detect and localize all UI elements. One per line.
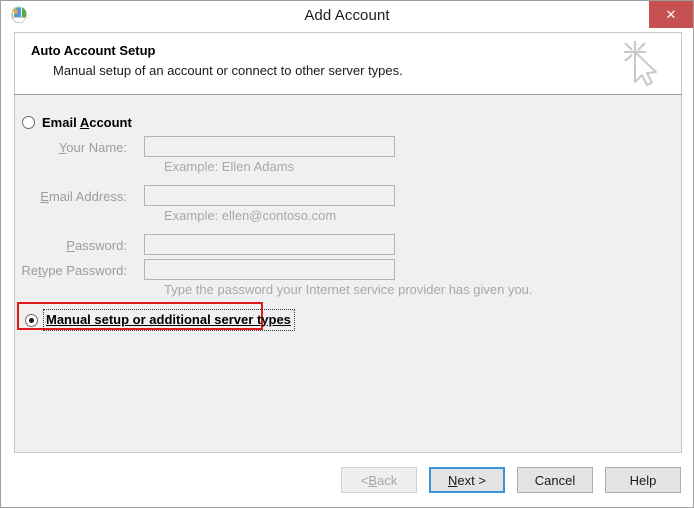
radio-manual-setup[interactable]: Manual setup or additional server types — [25, 309, 295, 331]
email-address-label: Email Address: — [40, 189, 127, 204]
annotation-highlight-box: Manual setup or additional server types — [17, 302, 295, 331]
title-bar: Add Account ✕ — [1, 1, 693, 29]
radio-indicator — [25, 313, 38, 327]
email-address-hint: Example: ellen@contoso.com — [164, 208, 337, 223]
radio-indicator — [22, 116, 35, 129]
radio-email-account[interactable]: Email Account — [22, 115, 132, 130]
outlook-globe-icon — [9, 5, 29, 25]
email-address-input[interactable] — [144, 185, 395, 206]
back-button[interactable]: < Back — [341, 467, 417, 493]
your-name-hint: Example: Ellen Adams — [164, 159, 295, 174]
password-hint: Type the password your Internet service … — [164, 282, 533, 297]
retype-password-input[interactable] — [144, 259, 395, 280]
retype-password-label: Retype Password: — [21, 263, 127, 278]
password-input[interactable] — [144, 234, 395, 255]
magic-wand-cursor-icon — [615, 37, 669, 91]
page-subtitle: Manual setup of an account or connect to… — [53, 63, 403, 78]
cancel-button[interactable]: Cancel — [517, 467, 593, 493]
password-label: Password: — [66, 238, 127, 253]
page-title: Auto Account Setup — [31, 43, 156, 58]
radio-manual-setup-label: Manual setup or additional server types — [46, 312, 291, 327]
radio-email-account-label: Email Account — [42, 115, 132, 130]
dialog-footer: < Back Next > Cancel Help — [1, 454, 693, 507]
help-button[interactable]: Help — [605, 467, 681, 493]
close-icon[interactable]: ✕ — [649, 1, 693, 28]
add-account-dialog: Add Account ✕ Auto Account Setup Manual … — [0, 0, 694, 508]
next-button[interactable]: Next > — [429, 467, 505, 493]
your-name-input[interactable] — [144, 136, 395, 157]
wizard-header: Auto Account Setup Manual setup of an ac… — [14, 32, 682, 94]
button-row: < Back Next > Cancel Help — [341, 467, 681, 493]
focus-outline: Manual setup or additional server types — [43, 309, 295, 331]
window-title: Add Account — [304, 6, 390, 24]
your-name-label: Your Name: — [58, 140, 127, 155]
